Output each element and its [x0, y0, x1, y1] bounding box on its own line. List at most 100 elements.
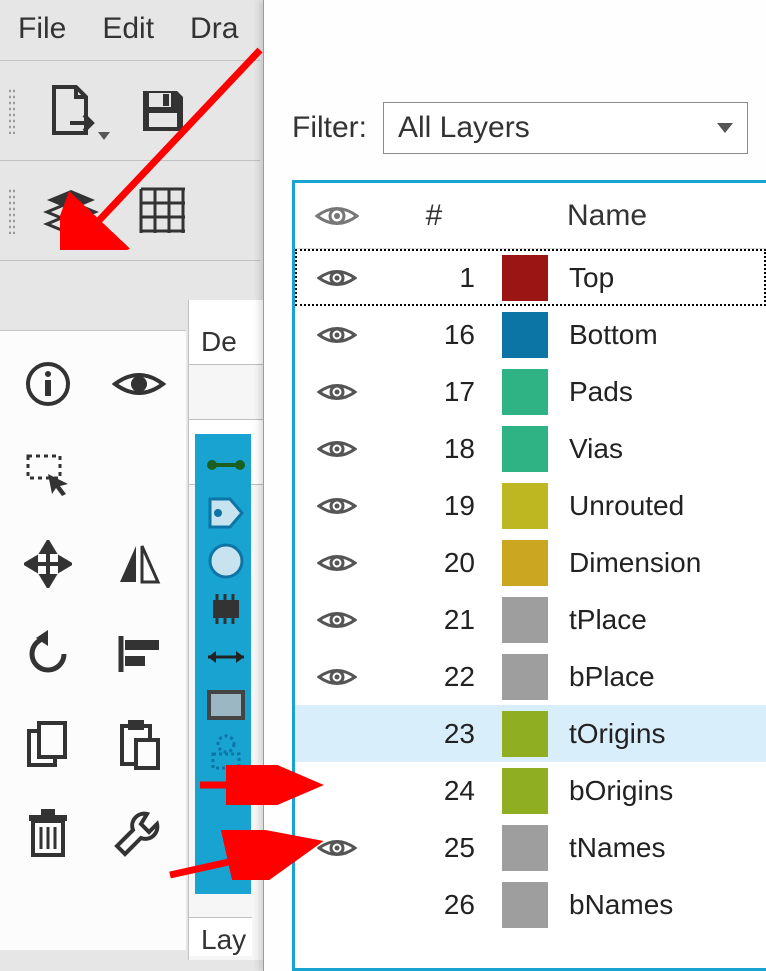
- tab-layers[interactable]: Lay: [189, 917, 252, 956]
- layer-visibility-toggle[interactable]: [295, 550, 379, 576]
- show-tool[interactable]: [95, 341, 182, 427]
- layer-color-swatch[interactable]: [489, 825, 561, 871]
- settings-tool[interactable]: [95, 791, 182, 877]
- layer-color-swatch[interactable]: [489, 312, 561, 358]
- layer-color-swatch[interactable]: [489, 483, 561, 529]
- layer-number: 20: [379, 547, 489, 579]
- layer-row-top[interactable]: 1 Top: [295, 249, 766, 306]
- panel-header-gap: [264, 0, 766, 84]
- copy-icon: [25, 719, 71, 769]
- layer-number: 16: [379, 319, 489, 351]
- open-button[interactable]: [28, 78, 114, 144]
- toolbar-grip: [8, 88, 16, 134]
- layer-color-swatch[interactable]: [489, 369, 561, 415]
- toolbar-grip: [8, 188, 16, 234]
- tool-palette: [0, 330, 186, 950]
- header-visibility-icon[interactable]: [295, 201, 379, 231]
- dropdown-caret-icon: [98, 232, 110, 240]
- layer-name: bOrigins: [561, 775, 766, 807]
- layer-name: Pads: [561, 376, 766, 408]
- wrench-icon: [113, 808, 165, 860]
- layer-number: 26: [379, 889, 489, 921]
- marquee-select-tool[interactable]: [4, 431, 91, 517]
- menu-draw[interactable]: Dra: [182, 8, 246, 50]
- menu-file[interactable]: File: [10, 8, 74, 50]
- layers-button[interactable]: [28, 178, 114, 244]
- layer-color-swatch[interactable]: [489, 711, 561, 757]
- copy-tool[interactable]: [4, 701, 91, 787]
- rotate-ccw-icon: [24, 630, 72, 678]
- layer-number: 18: [379, 433, 489, 465]
- layer-row-tnames[interactable]: 25tNames: [295, 819, 766, 876]
- dropdown-caret-icon: [98, 132, 110, 140]
- tab-design-partial[interactable]: De: [189, 300, 264, 365]
- delete-tool[interactable]: [4, 791, 91, 877]
- layer-row-dimension[interactable]: 20Dimension: [295, 534, 766, 591]
- layer-row-borigins[interactable]: 24bOrigins: [295, 762, 766, 819]
- layer-color-swatch[interactable]: [489, 426, 561, 472]
- info-tool[interactable]: [4, 341, 91, 427]
- layer-name: tPlace: [561, 604, 766, 636]
- layer-row-bottom[interactable]: 16Bottom: [295, 306, 766, 363]
- layers-panel: Filter: All Layers # Name 1Top16Bottom17…: [263, 0, 766, 971]
- layer-visibility-toggle[interactable]: [295, 607, 379, 633]
- rotate-tool[interactable]: [4, 611, 91, 697]
- save-button[interactable]: [120, 78, 206, 144]
- align-tool[interactable]: [95, 611, 182, 697]
- layer-name: Top: [561, 262, 766, 294]
- layer-color-swatch[interactable]: [489, 768, 561, 814]
- type-chip-icon: [204, 589, 248, 629]
- layer-name: Vias: [561, 433, 766, 465]
- toolbar-view-row: [0, 161, 260, 261]
- layers-stack-icon: [39, 186, 103, 236]
- component-type-column[interactable]: [195, 434, 251, 894]
- layer-number: 22: [379, 661, 489, 693]
- layer-row-bnames[interactable]: 26bNames: [295, 876, 766, 933]
- layers-filter-row: Filter: All Layers: [264, 84, 766, 180]
- align-left-icon: [115, 634, 163, 674]
- layer-color-swatch[interactable]: [489, 882, 561, 928]
- menu-edit[interactable]: Edit: [94, 8, 162, 50]
- toolbar-file-row: [0, 61, 260, 161]
- layer-number: 25: [379, 832, 489, 864]
- layer-visibility-toggle[interactable]: [295, 265, 379, 291]
- chevron-down-icon: [717, 123, 733, 133]
- layer-number: 21: [379, 604, 489, 636]
- layer-row-tplace[interactable]: 21 tPlace: [295, 591, 766, 648]
- layers-table: # Name 1 Top 16Bottom 17 Pads 18 Vias 19 Unroute…: [292, 180, 766, 971]
- type-polygon-icon: [204, 733, 248, 773]
- layer-number: 1: [379, 262, 489, 294]
- empty-slot: [95, 431, 182, 517]
- header-name[interactable]: Name: [561, 199, 766, 233]
- layer-color-swatch[interactable]: [489, 597, 561, 643]
- paste-tool[interactable]: [95, 701, 182, 787]
- move-tool[interactable]: [4, 521, 91, 607]
- mirror-tool[interactable]: [95, 521, 182, 607]
- layer-row-pads[interactable]: 17 Pads: [295, 363, 766, 420]
- layer-visibility-toggle[interactable]: [295, 379, 379, 405]
- layer-visibility-toggle[interactable]: [295, 493, 379, 519]
- layer-row-unrouted[interactable]: 19 Unrouted: [295, 477, 766, 534]
- info-icon: [24, 360, 72, 408]
- layer-color-swatch[interactable]: [489, 255, 561, 301]
- grid-button[interactable]: [120, 178, 206, 244]
- layer-row-bplace[interactable]: 22 bPlace: [295, 648, 766, 705]
- layer-number: 19: [379, 490, 489, 522]
- layer-name: bPlace: [561, 661, 766, 693]
- layer-color-swatch[interactable]: [489, 654, 561, 700]
- layer-visibility-toggle[interactable]: [295, 835, 379, 861]
- layer-name: tOrigins: [561, 718, 766, 750]
- filter-dropdown[interactable]: All Layers: [383, 102, 748, 154]
- layer-row-torigins[interactable]: 23tOrigins: [295, 705, 766, 762]
- layer-color-swatch[interactable]: [489, 540, 561, 586]
- trash-icon: [27, 809, 69, 859]
- layer-number: 17: [379, 376, 489, 408]
- layer-visibility-toggle[interactable]: [295, 664, 379, 690]
- layer-visibility-toggle[interactable]: [295, 322, 379, 348]
- layer-row-vias[interactable]: 18 Vias: [295, 420, 766, 477]
- header-number[interactable]: #: [379, 199, 489, 233]
- layer-visibility-toggle[interactable]: [295, 436, 379, 462]
- filter-label: Filter:: [292, 111, 367, 145]
- layer-name: Unrouted: [561, 490, 766, 522]
- marquee-icon: [24, 452, 72, 496]
